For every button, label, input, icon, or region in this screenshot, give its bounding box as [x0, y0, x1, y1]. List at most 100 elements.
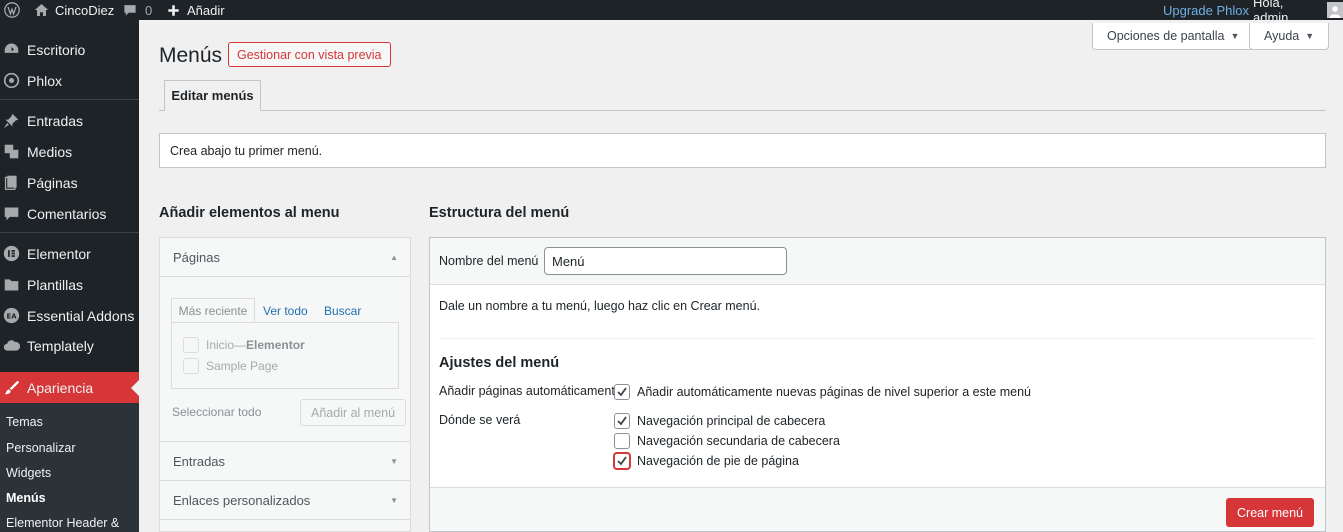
add-items-accordion: Páginas ▲ Más reciente Ver todo Buscar I… — [159, 237, 411, 532]
pin-icon — [3, 112, 20, 129]
admin-sidebar: Escritorio Phlox Entradas Medios Páginas… — [0, 20, 139, 532]
location-option-footer[interactable]: Navegación de pie de página — [614, 452, 799, 470]
menu-header: Nombre del menú Menú — [430, 238, 1325, 285]
dashboard-icon — [3, 41, 20, 58]
accordion-posts-header[interactable]: Entradas ▼ — [160, 442, 410, 480]
manage-preview-button[interactable]: Gestionar con vista previa — [228, 42, 391, 67]
display-location-label: Dónde se verá — [439, 413, 521, 427]
menu-name-input[interactable]: Menú — [544, 247, 787, 275]
divider — [160, 519, 410, 520]
tab-view-all[interactable]: Ver todo — [263, 298, 308, 323]
sidebar-item-apariencia[interactable]: Apariencia — [0, 372, 139, 403]
comment-icon — [3, 205, 20, 222]
tab-most-recent[interactable]: Más reciente — [171, 298, 255, 323]
add-items-title: Añadir elementos al menu — [159, 205, 340, 221]
main-content: Opciones de pantalla ▼ Ayuda ▼ Menús Gesti… — [139, 20, 1343, 532]
auto-add-label: Añadir páginas automáticamente — [439, 384, 622, 398]
sidebar-item-templately[interactable]: Templately — [0, 330, 139, 361]
checkmark-icon — [617, 387, 627, 397]
notice: Crea abajo tu primer menú. — [159, 133, 1326, 168]
appearance-submenu: Temas Personalizar Widgets Menús Element… — [0, 403, 139, 532]
submenu-item-menus[interactable]: Menús — [6, 491, 46, 505]
location-checkbox[interactable] — [614, 433, 630, 449]
sidebar-item-paginas[interactable]: Páginas — [0, 167, 139, 198]
sidebar-item-medios[interactable]: Medios — [0, 136, 139, 167]
upgrade-phlox-link[interactable]: Upgrade Phlox — [1163, 0, 1249, 20]
active-pointer — [131, 380, 139, 396]
list-item[interactable]: Sample Page — [183, 358, 278, 374]
menu-name-label: Nombre del menú — [439, 254, 539, 268]
separator — [0, 232, 139, 233]
auto-add-option[interactable]: Añadir automáticamente nuevas páginas de… — [614, 383, 1031, 401]
tab-search[interactable]: Buscar — [324, 298, 361, 323]
site-home-link[interactable]: CincoDiez — [34, 0, 114, 20]
add-new-link[interactable]: Añadir — [167, 0, 225, 20]
sidebar-item-escritorio[interactable]: Escritorio — [0, 34, 139, 65]
accordion-custom-links-header[interactable]: Enlaces personalizados ▼ — [160, 481, 410, 519]
page-checkbox[interactable] — [183, 337, 199, 353]
comments-link[interactable]: 0 — [123, 0, 152, 20]
caret-down-icon: ▼ — [390, 456, 398, 466]
submenu-item-elementor-header[interactable]: Elementor Header & — [6, 516, 119, 530]
submenu-item-personalizar[interactable]: Personalizar — [6, 441, 75, 455]
location-checkbox[interactable] — [614, 453, 630, 469]
avatar — [1327, 2, 1343, 18]
create-menu-button[interactable]: Crear menú — [1226, 498, 1314, 527]
media-icon — [3, 143, 20, 160]
divider — [439, 338, 1315, 339]
folder-icon — [3, 276, 20, 293]
sidebar-item-entradas[interactable]: Entradas — [0, 105, 139, 136]
phlox-icon — [3, 72, 20, 89]
ea-icon: EA — [3, 307, 20, 324]
divider — [160, 276, 410, 277]
list-item[interactable]: Inicio — Elementor — [183, 337, 305, 353]
brush-icon — [3, 379, 20, 396]
sidebar-item-elementor[interactable]: Elementor — [0, 238, 139, 269]
comments-count: 0 — [145, 2, 153, 18]
checkmark-icon — [617, 456, 627, 466]
plus-icon — [168, 4, 179, 16]
pages-icon — [3, 174, 20, 191]
location-option-primary[interactable]: Navegación principal de cabecera — [614, 412, 825, 430]
screen-options-button[interactable]: Opciones de pantalla ▼ — [1092, 23, 1255, 50]
tabs-divider — [159, 110, 1326, 111]
menu-footer: Crear menú — [430, 487, 1325, 531]
submenu-item-temas[interactable]: Temas — [6, 415, 43, 429]
submenu-item-widgets[interactable]: Widgets — [6, 466, 51, 480]
page-title: Menús — [159, 44, 223, 67]
elementor-icon — [3, 245, 20, 262]
cloud-icon — [3, 337, 20, 354]
admin-bar: CincoDiez 0 Añadir Upgrade Phlox Hola, a… — [0, 0, 1343, 25]
tab-edit-menus[interactable]: Editar menús — [164, 80, 261, 111]
location-option-secondary[interactable]: Navegación secundaria de cabecera — [614, 432, 840, 450]
select-all-label[interactable]: Seleccionar todo — [172, 405, 261, 419]
sidebar-item-plantillas[interactable]: Plantillas — [0, 269, 139, 300]
auto-add-checkbox[interactable] — [614, 384, 630, 400]
menu-structure-title: Estructura del menú — [429, 205, 570, 221]
menu-settings-title: Ajustes del menú — [439, 355, 560, 371]
caret-down-icon: ▼ — [390, 495, 398, 505]
caret-down-icon: ▼ — [1230, 31, 1240, 41]
separator — [0, 99, 139, 100]
help-button[interactable]: Ayuda ▼ — [1249, 23, 1330, 50]
add-new-label: Añadir — [187, 2, 225, 18]
sidebar-item-phlox[interactable]: Phlox — [0, 65, 139, 96]
location-checkbox[interactable] — [614, 413, 630, 429]
comment-icon — [124, 5, 136, 16]
menu-edit-panel: Nombre del menú Menú Dale un nombre a tu… — [429, 237, 1326, 532]
caret-up-icon: ▲ — [390, 252, 398, 262]
page-checkbox[interactable] — [183, 358, 199, 374]
caret-down-icon: ▼ — [1305, 31, 1315, 41]
accordion-pages-header[interactable]: Páginas ▲ — [160, 238, 410, 276]
sidebar-item-comentarios[interactable]: Comentarios — [0, 198, 139, 229]
pages-list: Inicio — Elementor Sample Page — [171, 322, 399, 389]
sidebar-item-essential-addons[interactable]: EA Essential Addons — [0, 300, 139, 331]
wordpress-logo-icon[interactable] — [4, 0, 20, 20]
site-name: CincoDiez — [55, 2, 115, 18]
checkmark-icon — [617, 416, 627, 426]
account-menu[interactable]: Hola, admin — [1253, 0, 1343, 25]
instructions: Dale un nombre a tu menú, luego haz clic… — [439, 299, 761, 313]
home-icon — [34, 4, 49, 16]
svg-text:EA: EA — [7, 312, 18, 320]
add-to-menu-button[interactable]: Añadir al menú — [300, 399, 407, 426]
